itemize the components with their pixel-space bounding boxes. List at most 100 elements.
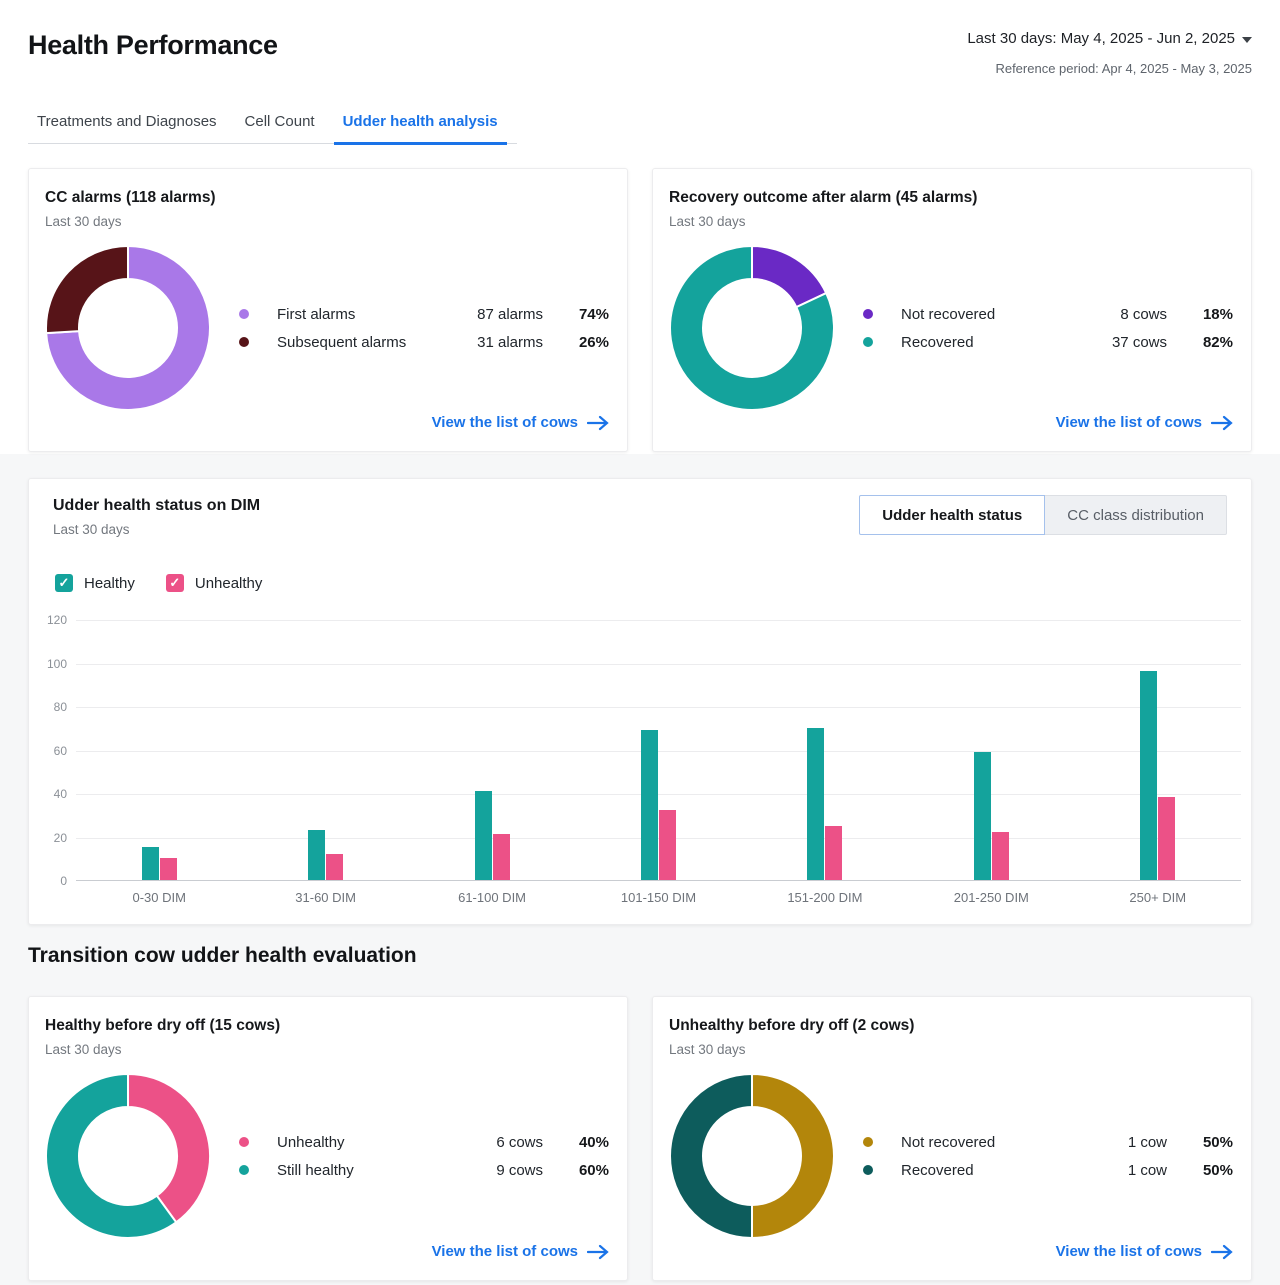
tab-cell-count[interactable]: Cell Count bbox=[236, 109, 324, 143]
legend-percent: 26% bbox=[543, 334, 609, 351]
view-list-of-cows-link[interactable]: View the list of cows bbox=[432, 1243, 609, 1260]
unhealthy-before-dryoff-card: Unhealthy before dry off (2 cows) Last 3… bbox=[652, 996, 1252, 1281]
card-subtitle: Last 30 days bbox=[669, 214, 1233, 229]
legend-percent: 50% bbox=[1167, 1134, 1233, 1151]
legend-dot bbox=[863, 1137, 873, 1147]
legend: Not recovered 8 cows 18% Recovered 37 co… bbox=[863, 306, 1233, 351]
udder-health-status-card: Udder health status on DIM Last 30 days … bbox=[28, 478, 1252, 925]
bar-healthy bbox=[974, 752, 991, 880]
bar-unhealthy bbox=[659, 810, 676, 880]
bar-healthy bbox=[142, 847, 159, 880]
cc-alarms-card: CC alarms (118 alarms) Last 30 days Firs… bbox=[28, 168, 628, 452]
y-axis-tick: 60 bbox=[29, 744, 67, 758]
chart-view-toggle: Udder health status CC class distributio… bbox=[859, 495, 1227, 535]
legend-value: 31 alarms bbox=[431, 334, 543, 351]
bar-unhealthy bbox=[992, 832, 1009, 880]
view-list-of-cows-link[interactable]: View the list of cows bbox=[1056, 414, 1233, 431]
cc-alarms-donut-chart bbox=[45, 245, 211, 411]
legend-label: Not recovered bbox=[901, 306, 1055, 323]
series-checkbox-row: ✓ Healthy ✓ Unhealthy bbox=[55, 574, 293, 592]
legend-row: Recovered 1 cow 50% bbox=[863, 1162, 1233, 1179]
date-range-selector[interactable]: Last 30 days: May 4, 2025 - Jun 2, 2025 bbox=[967, 30, 1252, 47]
page-title: Health Performance bbox=[28, 30, 278, 61]
arrow-right-icon bbox=[587, 415, 609, 431]
legend-value: 9 cows bbox=[431, 1162, 543, 1179]
legend-dot bbox=[239, 337, 249, 347]
bar-healthy bbox=[1140, 671, 1157, 880]
bar-group bbox=[242, 620, 408, 880]
legend: First alarms 87 alarms 74% Subsequent al… bbox=[239, 306, 609, 351]
legend-label: Recovered bbox=[901, 1162, 1055, 1179]
toggle-udder-health-status[interactable]: Udder health status bbox=[859, 495, 1045, 535]
y-axis-tick: 100 bbox=[29, 657, 67, 671]
healthy-checkbox[interactable]: ✓ bbox=[55, 574, 73, 592]
legend-row: Unhealthy 6 cows 40% bbox=[239, 1134, 609, 1151]
chevron-down-icon bbox=[1242, 37, 1252, 43]
legend: Unhealthy 6 cows 40% Still healthy 9 cow… bbox=[239, 1134, 609, 1179]
x-axis-tick: 0-30 DIM bbox=[76, 890, 242, 905]
date-range-label: Last 30 days: May 4, 2025 - Jun 2, 2025 bbox=[967, 30, 1235, 47]
legend-value: 8 cows bbox=[1055, 306, 1167, 323]
bar-healthy bbox=[475, 791, 492, 880]
x-axis-tick: 31-60 DIM bbox=[242, 890, 408, 905]
y-axis-tick: 20 bbox=[29, 831, 67, 845]
legend-percent: 18% bbox=[1167, 306, 1233, 323]
legend-dot bbox=[239, 1137, 249, 1147]
legend-row: Not recovered 1 cow 50% bbox=[863, 1134, 1233, 1151]
link-label: View the list of cows bbox=[1056, 414, 1202, 431]
legend-label: Subsequent alarms bbox=[277, 334, 431, 351]
y-axis-tick: 80 bbox=[29, 700, 67, 714]
card-subtitle: Last 30 days bbox=[45, 1042, 609, 1057]
healthy-before-dryoff-card: Healthy before dry off (15 cows) Last 30… bbox=[28, 996, 628, 1281]
y-axis-tick: 120 bbox=[29, 613, 67, 627]
arrow-right-icon bbox=[1211, 415, 1233, 431]
link-label: View the list of cows bbox=[432, 414, 578, 431]
legend-percent: 74% bbox=[543, 306, 609, 323]
card-title: Recovery outcome after alarm (45 alarms) bbox=[669, 189, 1233, 207]
recovery-donut-chart bbox=[669, 245, 835, 411]
y-axis-tick: 40 bbox=[29, 787, 67, 801]
legend-label: Still healthy bbox=[277, 1162, 431, 1179]
bar-healthy bbox=[807, 728, 824, 880]
legend-percent: 40% bbox=[543, 1134, 609, 1151]
bar-unhealthy bbox=[493, 834, 510, 880]
legend-value: 1 cow bbox=[1055, 1162, 1167, 1179]
legend-dot bbox=[863, 309, 873, 319]
legend-label: Recovered bbox=[901, 334, 1055, 351]
toggle-cc-class-distribution[interactable]: CC class distribution bbox=[1045, 495, 1227, 535]
card-title: Unhealthy before dry off (2 cows) bbox=[669, 1017, 1233, 1035]
legend-dot bbox=[239, 1165, 249, 1175]
view-list-of-cows-link[interactable]: View the list of cows bbox=[432, 414, 609, 431]
legend-percent: 60% bbox=[543, 1162, 609, 1179]
legend-percent: 82% bbox=[1167, 334, 1233, 351]
unhealthy-checkbox-label: Unhealthy bbox=[195, 575, 263, 592]
tab-udder-health-analysis[interactable]: Udder health analysis bbox=[334, 109, 507, 145]
x-axis-tick: 250+ DIM bbox=[1075, 890, 1241, 905]
bar-group bbox=[1075, 620, 1241, 880]
unhealthy-checkbox[interactable]: ✓ bbox=[166, 574, 184, 592]
tab-bar: Treatments and Diagnoses Cell Count Udde… bbox=[28, 109, 517, 144]
arrow-right-icon bbox=[1211, 1244, 1233, 1260]
legend-percent: 50% bbox=[1167, 1162, 1233, 1179]
bar-chart-plot: 0204060801001200-30 DIM31-60 DIM61-100 D… bbox=[76, 620, 1241, 881]
x-axis-tick: 201-250 DIM bbox=[908, 890, 1074, 905]
bar-healthy bbox=[308, 830, 325, 880]
bar-group bbox=[742, 620, 908, 880]
bar-group bbox=[908, 620, 1074, 880]
card-subtitle: Last 30 days bbox=[669, 1042, 1233, 1057]
arrow-right-icon bbox=[587, 1244, 609, 1260]
section-title: Transition cow udder health evaluation bbox=[28, 944, 417, 968]
legend-dot bbox=[863, 337, 873, 347]
card-title: Healthy before dry off (15 cows) bbox=[45, 1017, 609, 1035]
recovery-outcome-card: Recovery outcome after alarm (45 alarms)… bbox=[652, 168, 1252, 452]
legend-value: 87 alarms bbox=[431, 306, 543, 323]
legend-row: Still healthy 9 cows 60% bbox=[239, 1162, 609, 1179]
bar-unhealthy bbox=[160, 858, 177, 880]
legend-value: 1 cow bbox=[1055, 1134, 1167, 1151]
unhealthy-dryoff-donut-chart bbox=[669, 1073, 835, 1239]
view-list-of-cows-link[interactable]: View the list of cows bbox=[1056, 1243, 1233, 1260]
bar-group bbox=[76, 620, 242, 880]
x-axis-labels: 0-30 DIM31-60 DIM61-100 DIM101-150 DIM15… bbox=[76, 890, 1241, 905]
bar-unhealthy bbox=[1158, 797, 1175, 880]
tab-treatments-and-diagnoses[interactable]: Treatments and Diagnoses bbox=[28, 109, 226, 143]
